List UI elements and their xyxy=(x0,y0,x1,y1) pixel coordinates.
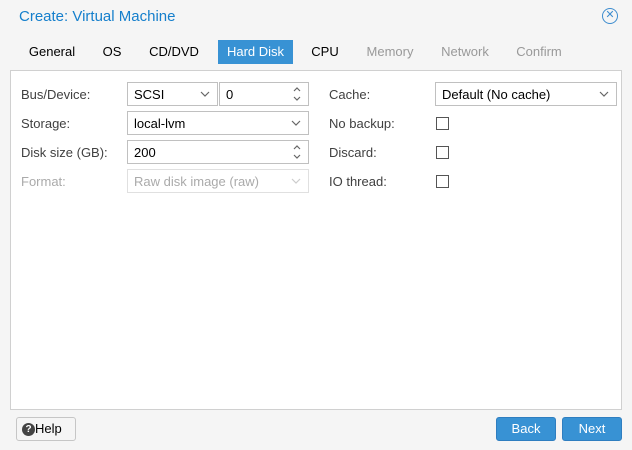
dialog-titlebar: Create: Virtual Machine ✕ xyxy=(0,0,632,32)
bus-value: SCSI xyxy=(134,87,165,102)
next-button[interactable]: Next xyxy=(562,417,622,441)
back-button-label: Back xyxy=(511,421,541,436)
cache-label: Cache: xyxy=(329,87,371,102)
io-thread-label: IO thread: xyxy=(329,174,387,189)
tab-general[interactable]: General xyxy=(18,40,86,64)
spinner-icon[interactable] xyxy=(291,85,303,103)
chevron-down-icon xyxy=(200,91,210,97)
close-button[interactable]: ✕ xyxy=(602,8,618,24)
discard-checkbox[interactable] xyxy=(436,146,449,159)
tab-memory: Memory xyxy=(366,44,414,59)
format-value: Raw disk image (raw) xyxy=(134,174,259,189)
discard-label: Discard: xyxy=(329,145,377,160)
cache-value: Default (No cache) xyxy=(442,87,551,102)
spinner-icon[interactable] xyxy=(291,143,303,161)
chevron-down-icon xyxy=(291,120,301,126)
tab-network: Network xyxy=(441,44,489,59)
storage-select[interactable]: local-lvm xyxy=(127,111,309,135)
help-button-label: Help xyxy=(35,421,62,436)
next-button-label: Next xyxy=(578,421,606,436)
device-value: 0 xyxy=(226,87,234,102)
help-icon: ? xyxy=(22,423,35,436)
tab-cpu[interactable]: CPU xyxy=(302,40,348,64)
tab-os[interactable]: OS xyxy=(92,40,132,64)
no-backup-checkbox[interactable] xyxy=(436,117,449,130)
device-number-stepper[interactable]: 0 xyxy=(219,82,309,106)
disk-size-value: 200 xyxy=(134,145,156,160)
back-button[interactable]: Back xyxy=(496,417,556,441)
tab-cd-dvd[interactable]: CD/DVD xyxy=(140,40,208,64)
cache-select[interactable]: Default (No cache) xyxy=(435,82,617,106)
format-label: Format: xyxy=(21,174,66,189)
disk-size-stepper[interactable]: 200 xyxy=(127,140,309,164)
io-thread-checkbox[interactable] xyxy=(436,175,449,188)
help-button[interactable]: ? Help xyxy=(16,417,76,441)
tab-confirm: Confirm xyxy=(516,44,562,59)
format-select: Raw disk image (raw) xyxy=(127,169,309,193)
dialog-footer: ? Help Back Next xyxy=(0,410,632,450)
no-backup-label: No backup: xyxy=(329,116,395,131)
storage-label: Storage: xyxy=(21,116,71,131)
disk-size-label: Disk size (GB): xyxy=(21,145,108,160)
hard-disk-panel: Bus/Device: SCSI 0 Storage: local-lvm Di… xyxy=(10,70,622,410)
chevron-down-icon xyxy=(291,178,301,184)
wizard-tabs: General OS CD/DVD Hard Disk CPU Memory N… xyxy=(10,40,622,64)
close-icon: ✕ xyxy=(605,9,615,21)
storage-value: local-lvm xyxy=(134,116,186,131)
bus-device-label: Bus/Device: xyxy=(21,87,91,102)
chevron-down-icon xyxy=(599,91,609,97)
tab-hard-disk[interactable]: Hard Disk xyxy=(218,40,293,64)
bus-select[interactable]: SCSI xyxy=(127,82,218,106)
dialog-title: Create: Virtual Machine xyxy=(19,8,176,25)
create-vm-dialog: Create: Virtual Machine ✕ General OS CD/… xyxy=(0,0,632,450)
